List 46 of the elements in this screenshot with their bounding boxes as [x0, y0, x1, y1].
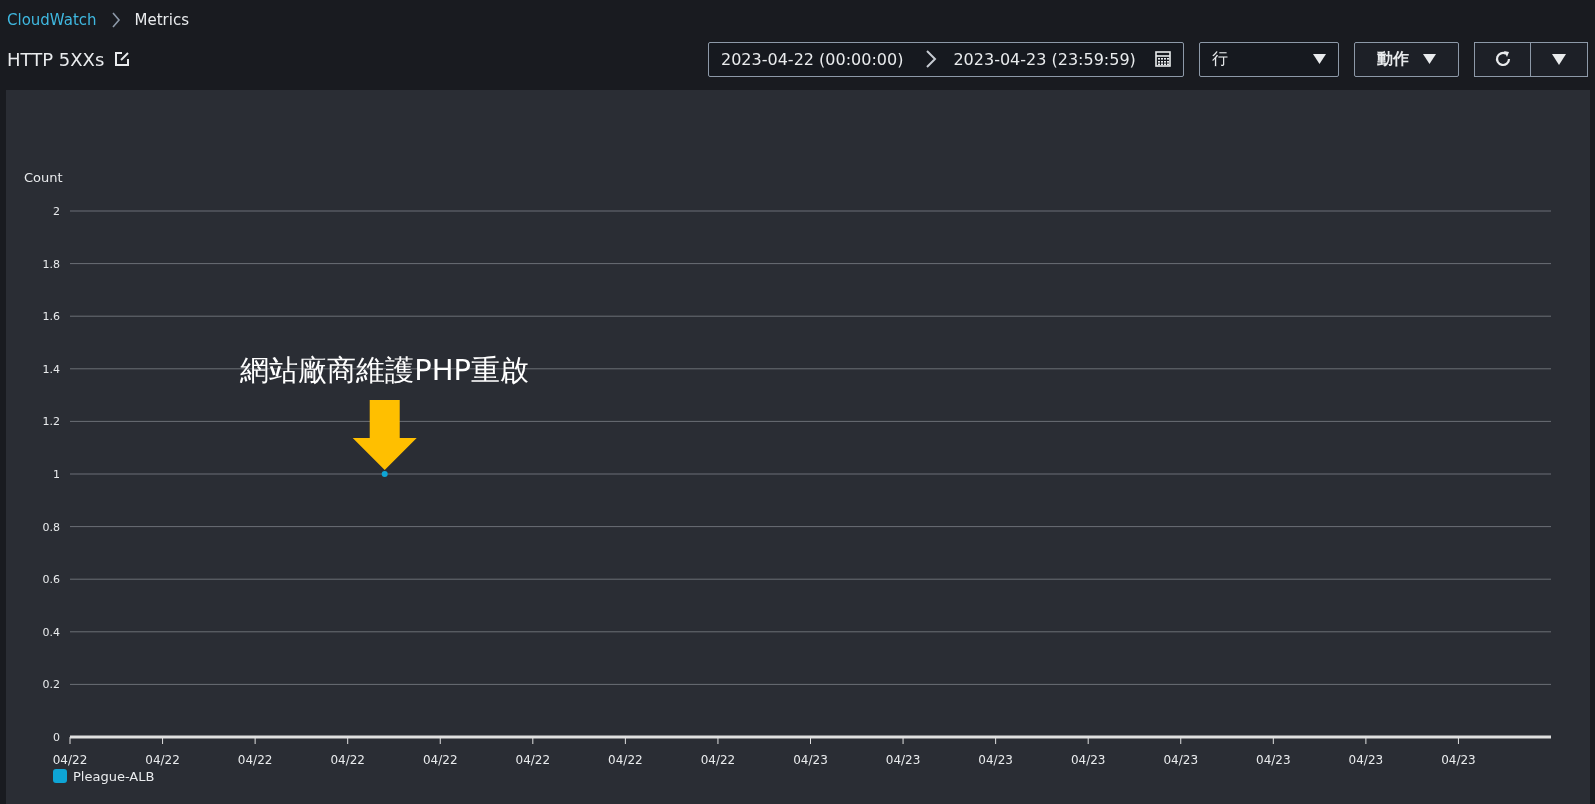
x-tick-label: 04/23: [1256, 753, 1291, 767]
chevron-right-icon: [110, 12, 121, 28]
x-tick-label: 04/23: [793, 753, 828, 767]
x-tick-label: 04/22: [330, 753, 365, 767]
x-tick-label: 04/22: [145, 753, 180, 767]
date-range-field[interactable]: 2023-04-22 (00:00:00) 2023-04-23 (23:59:59): [708, 41, 1184, 77]
refresh-button[interactable]: [1474, 41, 1531, 77]
page-title: HTTP 5XXs: [7, 48, 105, 70]
x-tick-label: 04/22: [237, 753, 273, 767]
y-tick-label: 0.8: [42, 520, 60, 534]
actions-button[interactable]: 動作: [1354, 41, 1459, 77]
x-tick-label: 04/22: [52, 753, 88, 767]
edit-icon[interactable]: [114, 51, 131, 67]
y-tick-label: 1.6: [42, 310, 60, 324]
caret-down-icon: [1423, 54, 1436, 64]
x-tick-label: 04/23: [1163, 753, 1199, 767]
x-tick-label: 04/22: [515, 753, 551, 767]
y-tick-label: 0.4: [42, 625, 60, 639]
caret-down-icon: [1313, 54, 1326, 64]
x-tick-label: 04/23: [1348, 753, 1384, 767]
caret-down-icon: [1552, 53, 1566, 65]
annotation-text: 網站廠商維護PHP重啟: [240, 353, 530, 387]
chevron-right-icon: [925, 50, 938, 68]
y-tick-label: 0.2: [42, 678, 60, 692]
y-tick-label: 1.4: [42, 362, 60, 376]
y-tick-label: 0: [53, 731, 60, 744]
breadcrumb-link[interactable]: CloudWatch: [7, 11, 97, 29]
x-tick-label: 04/23: [978, 753, 1013, 767]
x-tick-label: 04/22: [608, 753, 643, 767]
y-tick-label: 2: [53, 205, 60, 218]
axis-label: Count: [24, 170, 63, 185]
x-tick-label: 04/23: [885, 753, 921, 767]
x-tick-label: 04/22: [422, 753, 458, 767]
view-dropdown[interactable]: 行: [1199, 41, 1339, 77]
x-tick-label: 04/23: [1441, 753, 1476, 767]
y-tick-label: 1.8: [42, 257, 60, 271]
refresh-options-button[interactable]: [1531, 41, 1588, 77]
legend-label[interactable]: Pleague-ALB: [73, 769, 155, 784]
calendar-icon[interactable]: [1155, 51, 1171, 67]
down-arrow-icon: [352, 400, 417, 470]
x-tick-label: 04/23: [1070, 753, 1106, 767]
y-tick-label: 1: [53, 468, 60, 481]
x-tick-label: 04/22: [700, 753, 736, 767]
y-tick-label: 1.2: [42, 415, 60, 429]
y-tick-label: 0.6: [42, 573, 60, 587]
breadcrumb-current: Metrics: [134, 11, 189, 29]
